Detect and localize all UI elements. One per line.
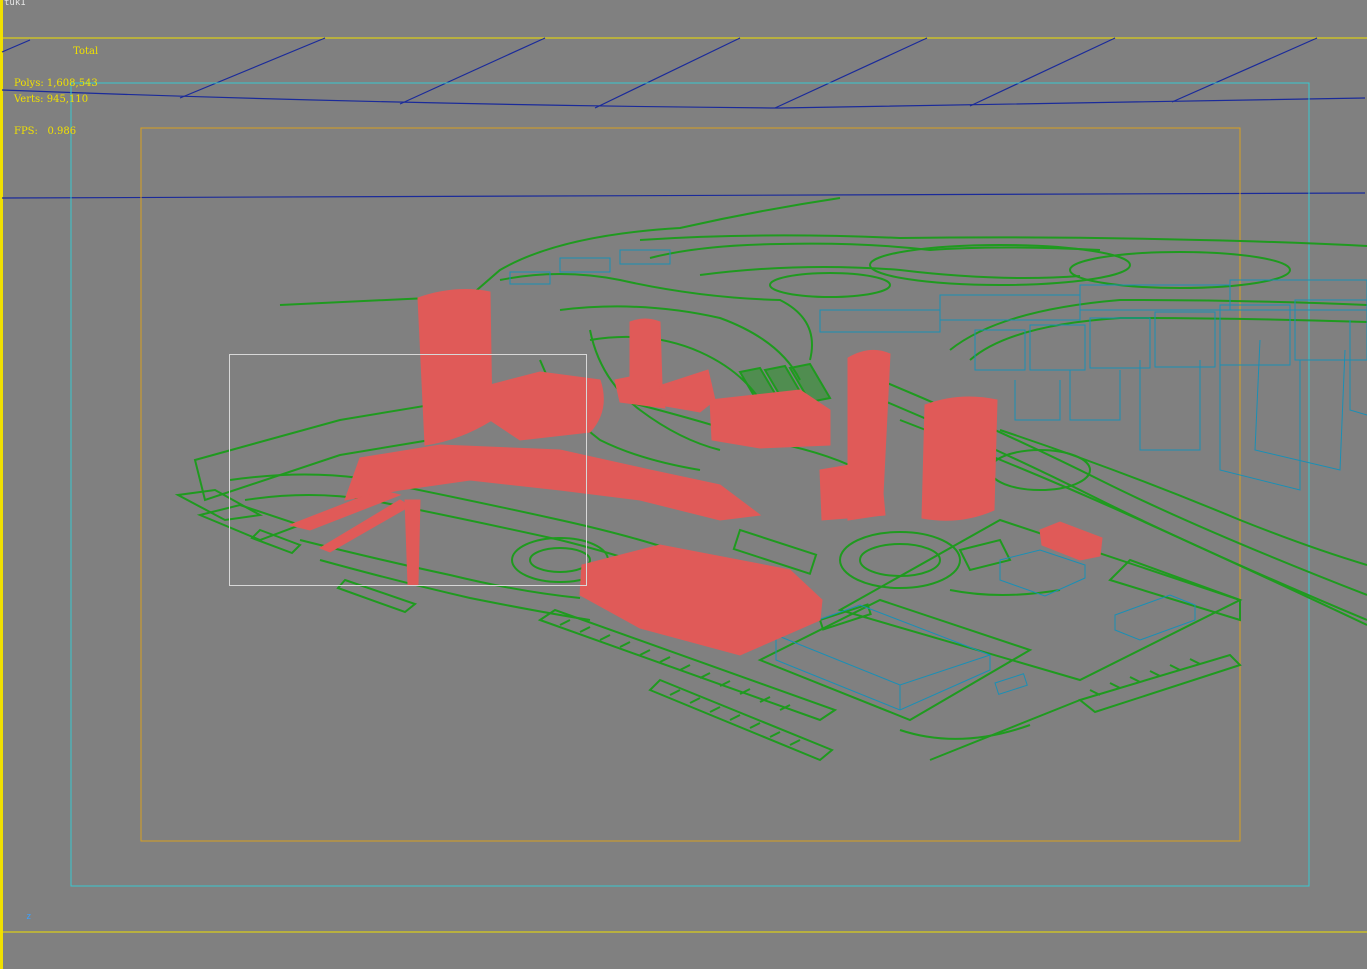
housing-cluster-right [974, 299, 1367, 491]
verts-value: 945,110 [46, 94, 89, 105]
3d-viewport[interactable]: tuk1 Total Polys: 1,608,543 Verts: 945,1… [0, 0, 1367, 969]
scene-statistics: Total Polys: 1,608,543 Verts: 945,110 FP… [14, 28, 98, 140]
fps-label: FPS: [14, 126, 38, 137]
canopy-column[interactable] [404, 499, 421, 586]
polys-label: Polys: [14, 78, 44, 89]
tower-e[interactable] [921, 396, 998, 521]
polys-value: 1,608,543 [46, 78, 98, 89]
stats-spacer [14, 108, 98, 124]
pavilion-small[interactable] [1039, 521, 1103, 561]
stats-header: Total [14, 28, 98, 76]
construction-grid [1, 37, 1366, 199]
stats-polys-row: Polys: 1,608,543 [14, 76, 98, 92]
axis-tripod-z: z [26, 912, 31, 922]
fps-value: 0.986 [47, 126, 77, 137]
viewport-scene[interactable] [0, 0, 1367, 969]
stats-verts-row: Verts: 945,110 [14, 92, 98, 108]
stats-fps-row: FPS: 0.986 [14, 124, 98, 140]
block-c[interactable] [709, 389, 831, 449]
tower-d-podium[interactable] [819, 459, 886, 521]
tower-a[interactable] [417, 289, 493, 446]
building-kiosk [994, 673, 1028, 696]
selected-meshes[interactable] [288, 289, 1103, 656]
axis-z-label: z [26, 912, 32, 922]
stats-header-label: Total [73, 46, 99, 57]
verts-label: Verts: [14, 94, 44, 105]
viewport-label[interactable]: tuk1 [4, 0, 26, 8]
